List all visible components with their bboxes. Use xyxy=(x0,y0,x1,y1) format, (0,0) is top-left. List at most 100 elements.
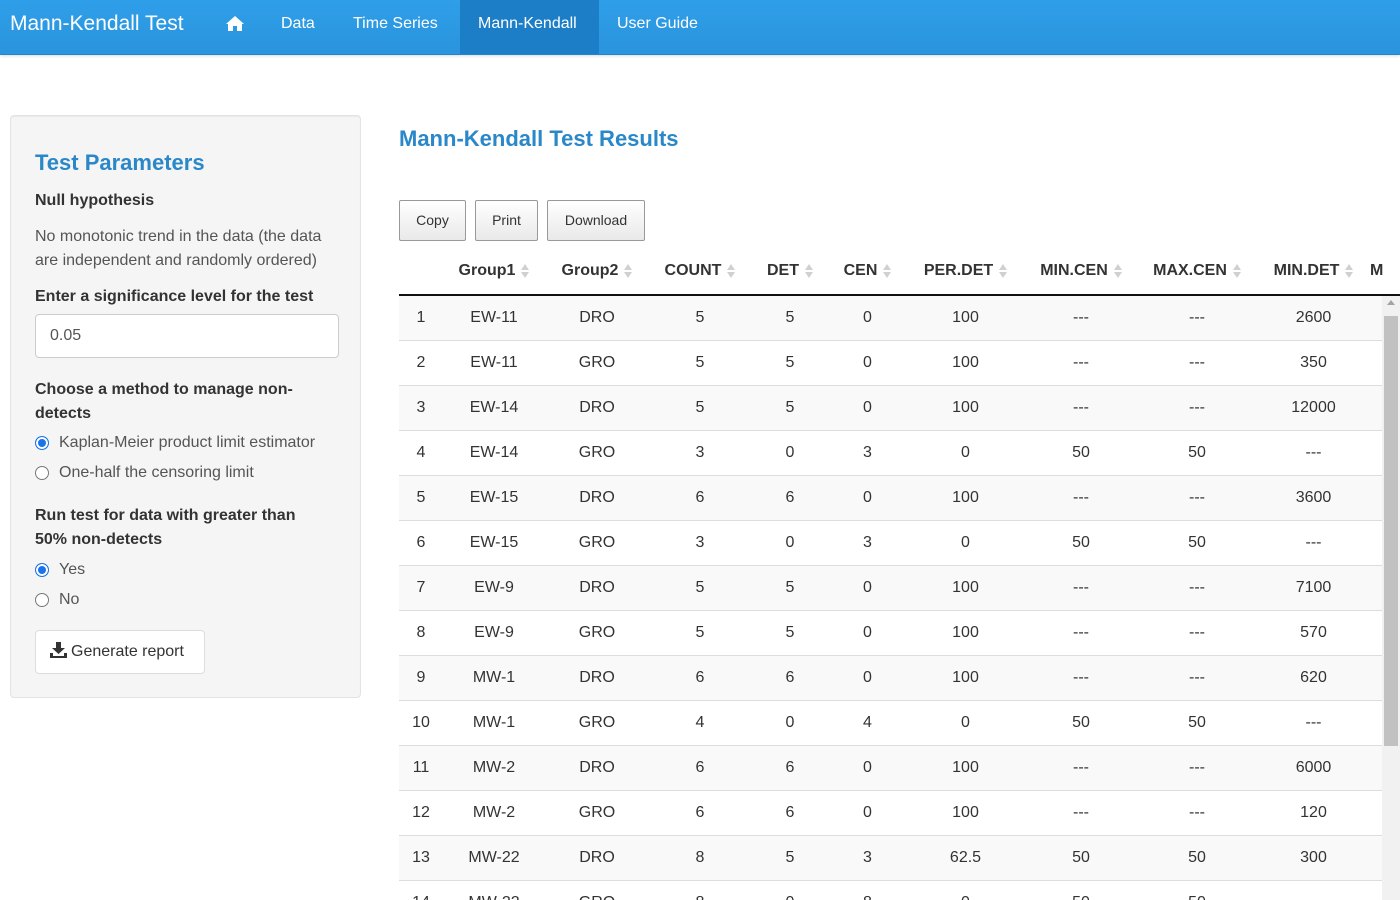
table-cell: 100 xyxy=(906,565,1025,611)
column-header-label: PER.DET xyxy=(923,262,994,279)
table-row[interactable]: 7 EW-9 DRO 5 5 0 100 --- --- 7100 xyxy=(399,565,1400,611)
table-cell: 6 xyxy=(751,475,829,521)
table-cell: 8 xyxy=(649,835,751,881)
copy-button[interactable]: Copy xyxy=(399,200,466,241)
table-row[interactable]: 2 EW-11 GRO 5 5 0 100 --- --- 350 xyxy=(399,340,1400,386)
print-button[interactable]: Print xyxy=(475,200,538,241)
table-row[interactable]: 9 MW-1 DRO 6 6 0 100 --- --- 620 xyxy=(399,655,1400,701)
table-row[interactable]: 6 EW-15 GRO 3 0 3 0 50 50 --- xyxy=(399,520,1400,566)
column-header[interactable]: CEN xyxy=(829,248,906,296)
sort-icon[interactable] xyxy=(521,263,530,279)
table-row[interactable]: 11 MW-2 DRO 6 6 0 100 --- --- 6000 xyxy=(399,745,1400,791)
column-header[interactable]: MAX.CEN xyxy=(1137,248,1257,296)
table-cell: 4 xyxy=(829,700,906,746)
sort-icon[interactable] xyxy=(727,263,736,279)
column-header[interactable]: Group1 xyxy=(443,248,545,296)
table-cell: 5 xyxy=(751,385,829,431)
table-cell: 6000 xyxy=(1257,745,1370,791)
app-brand[interactable]: Mann-Kendall Test xyxy=(10,12,184,36)
table-cell: 0 xyxy=(829,475,906,521)
table-cell: EW-11 xyxy=(443,294,545,341)
table-cell: --- xyxy=(1137,745,1257,791)
nav-tab-data[interactable]: Data xyxy=(263,0,333,54)
scroll-up-arrow-icon[interactable] xyxy=(1387,300,1395,305)
table-header-row: Group1 Group2 COUNT DET CEN PER.DET MIN.CEN MAX… xyxy=(399,248,1400,296)
table-row[interactable]: 5 EW-15 DRO 6 6 0 100 --- --- 3600 xyxy=(399,475,1400,521)
table-cell: 6 xyxy=(751,790,829,836)
table-scrollbar[interactable] xyxy=(1382,296,1400,900)
sort-icon[interactable] xyxy=(999,263,1008,279)
sort-icon[interactable] xyxy=(1113,263,1122,279)
table-cell: --- xyxy=(1137,565,1257,611)
results-table: Group1 Group2 COUNT DET CEN PER.DET MIN.CEN MAX… xyxy=(399,248,1400,900)
table-row[interactable]: 13 MW-22 DRO 8 5 3 62.5 50 50 300 xyxy=(399,835,1400,881)
table-cell: 0 xyxy=(829,610,906,656)
scroll-thumb[interactable] xyxy=(1384,316,1398,746)
column-header-label: MIN.DET xyxy=(1273,262,1340,279)
table-cell: --- xyxy=(1025,475,1137,521)
significance-input[interactable]: 0.05 xyxy=(35,314,339,358)
table-row[interactable]: 3 EW-14 DRO 5 5 0 100 --- --- 12000 xyxy=(399,385,1400,431)
column-header[interactable]: COUNT xyxy=(649,248,751,296)
table-row[interactable]: 4 EW-14 GRO 3 0 3 0 50 50 --- xyxy=(399,430,1400,476)
table-cell: 3 xyxy=(829,430,906,476)
download-button[interactable]: Download xyxy=(547,200,645,241)
generate-report-button[interactable]: Generate report xyxy=(35,630,205,674)
sort-icon[interactable] xyxy=(883,263,892,279)
table-cell: 100 xyxy=(906,294,1025,341)
column-header-label: Group1 xyxy=(458,262,516,279)
table-row[interactable]: 14MW-22GRO80805050--- xyxy=(399,880,1400,900)
table-cell: 5 xyxy=(649,610,751,656)
nav-home[interactable] xyxy=(216,0,254,54)
table-row[interactable]: 8 EW-9 GRO 5 5 0 100 --- --- 570 xyxy=(399,610,1400,656)
column-header-label: MIN.CEN xyxy=(1040,262,1108,279)
table-cell: 0 xyxy=(829,294,906,341)
table-cell: --- xyxy=(1025,790,1137,836)
table-cell: --- xyxy=(1137,294,1257,341)
nav-tab-user-guide[interactable]: User Guide xyxy=(599,0,716,54)
table-cell: 5 xyxy=(751,565,829,611)
download-icon xyxy=(50,642,67,658)
table-cell: 8 xyxy=(649,880,751,900)
table-cell: 50 xyxy=(1025,835,1137,881)
table-row[interactable]: 12 MW-2 GRO 6 6 0 100 --- --- 120 xyxy=(399,790,1400,836)
table-cell: 50 xyxy=(1025,430,1137,476)
table-cell: 100 xyxy=(906,745,1025,791)
table-cell: DRO xyxy=(545,565,649,611)
table-row[interactable]: 1 EW-11 DRO 5 5 0 100 --- --- 2600 xyxy=(399,294,1400,341)
table-cell: 6 xyxy=(649,475,751,521)
table-cell: 0 xyxy=(906,520,1025,566)
table-cell: 5 xyxy=(751,340,829,386)
column-header[interactable]: MIN.CEN xyxy=(1025,248,1137,296)
sort-icon[interactable] xyxy=(1232,263,1241,279)
table-cell: EW-15 xyxy=(443,475,545,521)
radio-unselected[interactable] xyxy=(35,466,49,480)
table-row[interactable]: 10 MW-1 GRO 4 0 4 0 50 50 --- xyxy=(399,700,1400,746)
table-cell: --- xyxy=(1025,745,1137,791)
radio-selected[interactable] xyxy=(35,563,49,577)
table-cell: 3 xyxy=(649,430,751,476)
sort-icon[interactable] xyxy=(624,263,633,279)
sort-icon[interactable] xyxy=(805,263,813,279)
table-cell: 6 xyxy=(751,745,829,791)
table-cell: 50 xyxy=(1137,835,1257,881)
nav-tab-time-series[interactable]: Time Series xyxy=(335,0,456,54)
table-cell: --- xyxy=(1025,385,1137,431)
test-parameters-panel: Test Parameters Null hypothesis No monot… xyxy=(10,115,361,698)
radio-unselected[interactable] xyxy=(35,593,49,607)
column-header[interactable]: Group2 xyxy=(545,248,649,296)
column-header-label: M xyxy=(1370,262,1384,279)
table-cell: 350 xyxy=(1257,340,1370,386)
column-header[interactable]: DET xyxy=(751,248,829,296)
table-cell: 3600 xyxy=(1257,475,1370,521)
null-hypothesis-label: Null hypothesis xyxy=(35,192,155,209)
panel-title: Test Parameters xyxy=(35,150,205,175)
column-header[interactable]: PER.DET xyxy=(906,248,1025,296)
table-cell: --- xyxy=(1025,340,1137,386)
table-cell: MW-2 xyxy=(443,745,545,791)
nav-tab-mann-kendall[interactable]: Mann-Kendall xyxy=(460,0,599,54)
sort-icon[interactable] xyxy=(1345,263,1354,279)
column-header[interactable]: MIN.DET xyxy=(1257,248,1370,296)
table-cell: 570 xyxy=(1257,610,1370,656)
radio-selected[interactable] xyxy=(35,436,49,450)
